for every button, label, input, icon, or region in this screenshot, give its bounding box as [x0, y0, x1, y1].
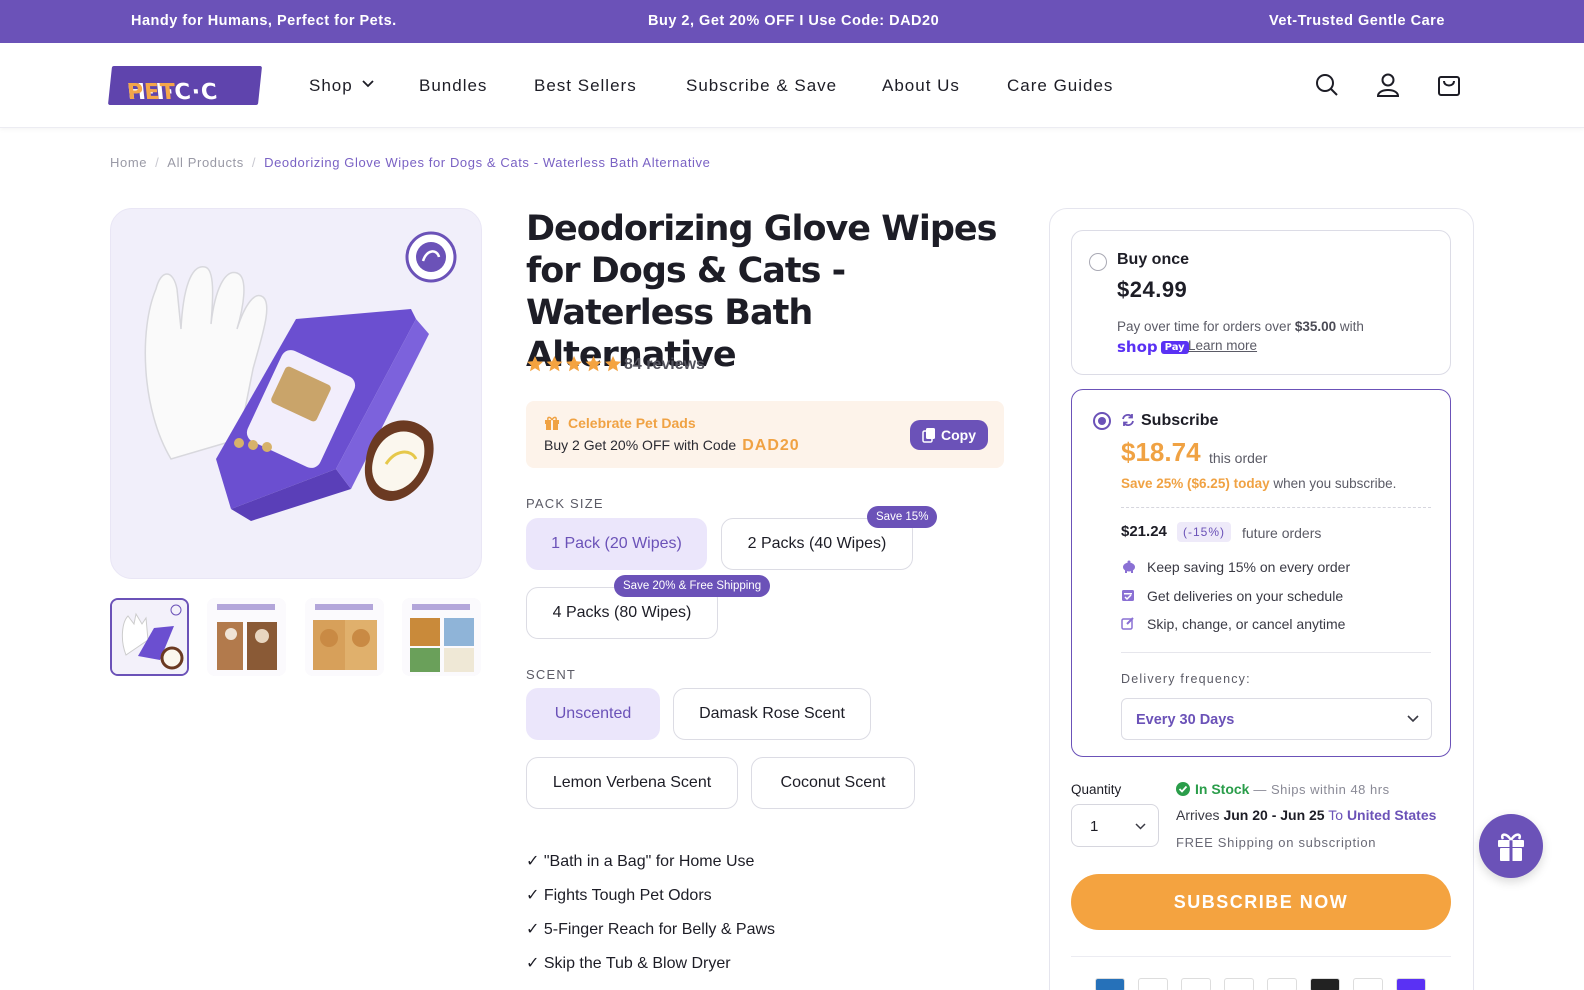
perk-item: Get deliveries on your schedule [1147, 588, 1344, 604]
future-discount-badge: (-15%) [1177, 522, 1232, 542]
diners-icon [1181, 978, 1211, 990]
cart-icon[interactable] [1435, 71, 1463, 99]
thumbnail-1[interactable] [110, 598, 189, 676]
google-pay-icon [1267, 978, 1297, 990]
learn-more-link[interactable]: Learn more [1188, 338, 1257, 353]
edit-icon [1121, 617, 1134, 630]
feature-item: ✓ Skip the Tub & Blow Dryer [526, 955, 731, 972]
mastercard-icon [1310, 978, 1340, 990]
buy-once-price: $24.99 [1117, 277, 1188, 302]
promo-banner: Celebrate Pet Dads Buy 2 Get 20% OFF wit… [526, 401, 1004, 468]
perk-item: Skip, change, or cancel anytime [1147, 616, 1346, 632]
shop-pay-icon [1396, 978, 1426, 990]
delivery-frequency-select[interactable]: Every 30 Days [1121, 698, 1432, 740]
ship-to-country[interactable]: United States [1347, 807, 1436, 823]
breadcrumb-current: Deodorizing Glove Wipes for Dogs & Cats … [264, 155, 711, 170]
brand-logo[interactable]: H·I·C·C PET [107, 66, 263, 105]
announcement-left: Handy for Humans, Perfect for Pets. [131, 13, 397, 29]
divider [1071, 956, 1451, 957]
shop-pay-logo: shop Pay [1117, 338, 1189, 356]
nav-about-us[interactable]: About Us [882, 76, 960, 96]
promo-title: Celebrate Pet Dads [568, 415, 696, 431]
announcement-bar: Handy for Humans, Perfect for Pets. Buy … [0, 0, 1584, 43]
scent-option-lemon-verbena[interactable]: Lemon Verbena Scent [526, 757, 738, 809]
reviews-link[interactable]: 84 reviews [624, 356, 705, 374]
paypal-icon [1353, 978, 1383, 990]
product-title: Deodorizing Glove Wipes for Dogs & Cats … [526, 209, 997, 375]
buy-once-option[interactable]: Buy once $24.99 Pay over time for orders… [1071, 230, 1451, 375]
announcement-center: Buy 2, Get 20% OFF I Use Code: DAD20 [648, 13, 940, 29]
buy-once-radio[interactable] [1089, 253, 1107, 271]
nav-care-guides[interactable]: Care Guides [1007, 76, 1113, 96]
future-orders-label: future orders [1242, 525, 1322, 541]
future-price: $21.24 [1121, 523, 1167, 540]
subscribe-now-button[interactable]: SUBSCRIBE NOW [1071, 874, 1451, 930]
divider [1121, 652, 1431, 653]
quantity-select[interactable]: 1 [1071, 804, 1159, 847]
gift-icon [545, 416, 559, 430]
feature-item: ✓ "Bath in a Bag" for Home Use [526, 853, 755, 870]
copy-icon [922, 428, 935, 443]
nav-shop[interactable]: Shop [309, 76, 353, 96]
scent-label: SCENT [526, 667, 577, 682]
scent-option-coconut[interactable]: Coconut Scent [751, 757, 915, 809]
breadcrumb-home[interactable]: Home [110, 155, 147, 170]
subscribe-option[interactable]: Subscribe $18.74 this order Save 25% ($6… [1071, 389, 1451, 757]
piggy-bank-icon [1123, 560, 1135, 573]
chevron-down-icon [1135, 823, 1146, 830]
feature-list: ✓ "Bath in a Bag" for Home Use ✓ Fights … [526, 852, 775, 988]
thumbnail-3[interactable] [305, 598, 384, 676]
arrival-estimate: Arrives Jun 20 - Jun 25 To United States [1176, 807, 1437, 823]
buy-once-label: Buy once [1117, 251, 1190, 268]
chevron-down-icon [362, 80, 374, 88]
scent-option-unscented[interactable]: Unscented [526, 688, 660, 740]
announcement-right: Vet-Trusted Gentle Care [1269, 13, 1445, 29]
nav-subscribe-save[interactable]: Subscribe & Save [686, 76, 837, 96]
save-badge: Save 20% & Free Shipping [614, 575, 771, 597]
pack-size-label: PACK SIZE [526, 496, 604, 511]
chevron-down-icon [1407, 715, 1419, 723]
pack-option-1[interactable]: 1 Pack (20 Wipes) [526, 518, 707, 570]
nav-bundles[interactable]: Bundles [419, 76, 487, 96]
thumbnail-2[interactable] [207, 598, 286, 676]
product-main-image[interactable] [110, 208, 482, 579]
feature-item: ✓ Fights Tough Pet Odors [526, 887, 712, 904]
gift-icon [1498, 833, 1524, 861]
search-icon[interactable] [1313, 71, 1341, 99]
stock-status: In Stock — Ships within 48 hrs [1176, 781, 1390, 797]
subscribe-radio[interactable] [1093, 412, 1111, 430]
feature-item: ✓ 5-Finger Reach for Belly & Paws [526, 921, 776, 938]
divider [1121, 507, 1431, 508]
account-icon[interactable] [1374, 71, 1402, 99]
subscribe-price: $18.74 [1121, 437, 1201, 467]
product-photo [144, 231, 457, 521]
thumbnail-4[interactable] [402, 598, 481, 676]
quantity-label: Quantity [1071, 782, 1122, 797]
perk-item: Keep saving 15% on every order [1147, 559, 1351, 575]
nav-best-sellers[interactable]: Best Sellers [534, 76, 637, 96]
promo-code: DAD20 [742, 437, 800, 454]
save-badge: Save 15% [867, 506, 938, 528]
pay-over-time-text: Pay over time for orders over $35.00 wit… [1117, 319, 1364, 334]
delivery-frequency-label: Delivery frequency: [1121, 672, 1251, 686]
breadcrumb: Home / All Products / Deodorizing Glove Wipe… [110, 155, 711, 170]
breadcrumb-all-products[interactable]: All Products [167, 155, 244, 170]
scent-option-damask-rose[interactable]: Damask Rose Scent [673, 688, 871, 740]
rewards-gift-button[interactable] [1479, 814, 1543, 878]
subscribe-savings: Save 25% ($6.25) today when you subscrib… [1121, 476, 1397, 491]
amex-icon [1095, 978, 1125, 990]
copy-code-button[interactable]: Copy [910, 420, 988, 450]
rating-stars[interactable] [526, 355, 622, 373]
promo-line: Buy 2 Get 20% OFF with Code DAD20 [544, 437, 800, 454]
refresh-icon [1122, 414, 1134, 426]
calendar-icon [1122, 590, 1134, 601]
subscribe-label: Subscribe [1141, 412, 1219, 429]
apple-pay-icon [1138, 978, 1168, 990]
this-order-label: this order [1209, 450, 1268, 466]
free-shipping-note: FREE Shipping on subscription [1176, 835, 1377, 850]
discover-icon [1224, 978, 1254, 990]
check-circle-icon [1176, 782, 1190, 796]
site-header: H·I·C·C PET Shop Bundles Best Sellers Sub… [0, 43, 1584, 128]
